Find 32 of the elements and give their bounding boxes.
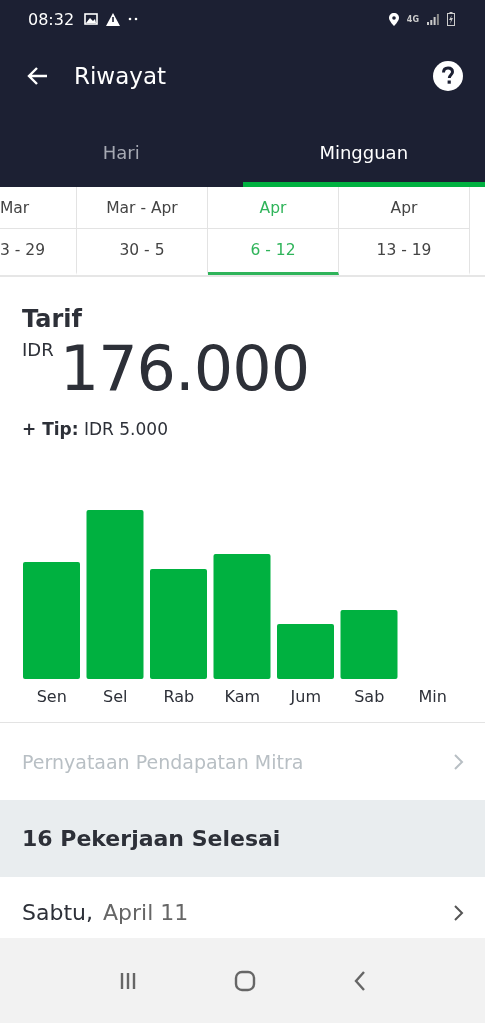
completed-jobs-heading: 16 Pekerjaan Selesai [22,826,281,851]
home-icon[interactable] [234,969,257,992]
fare-title: Tarif [22,305,82,333]
day-label: Rab [162,687,196,706]
signal-icon [427,13,439,25]
tab[interactable]: Hari [0,114,243,187]
network-label: 4G [406,14,419,24]
chart-bar [340,610,398,679]
week-option[interactable]: Mar - Apr 30 - 5 [77,187,208,275]
week-option[interactable]: Mar 3 - 29 [0,187,77,275]
more-dots-icon [128,17,139,21]
day-label: Jum [288,687,322,706]
day-label: Sel [102,687,129,706]
status-time: 08:32 [28,9,75,29]
week-option[interactable]: Apr 13 - 19 [339,187,470,275]
chevron-right-icon [453,903,465,922]
fare-amount: 176.000 [59,335,310,403]
chevron-right-icon [453,752,465,771]
currency-label: IDR [22,339,54,360]
day-label: Min [417,687,448,706]
image-icon [84,13,99,25]
page-title: Riwayat [74,63,166,89]
day-label: Sen [35,687,68,706]
day-label: Kam [223,687,262,706]
tip-text: + Tip: IDR 5.000 [22,419,168,439]
battery-icon [447,12,455,26]
chart-bar [277,624,334,679]
location-icon [388,12,399,26]
day-label: Sab [353,687,386,706]
warning-icon [106,12,121,26]
help-icon[interactable] [433,61,463,91]
back-icon[interactable] [352,969,367,992]
